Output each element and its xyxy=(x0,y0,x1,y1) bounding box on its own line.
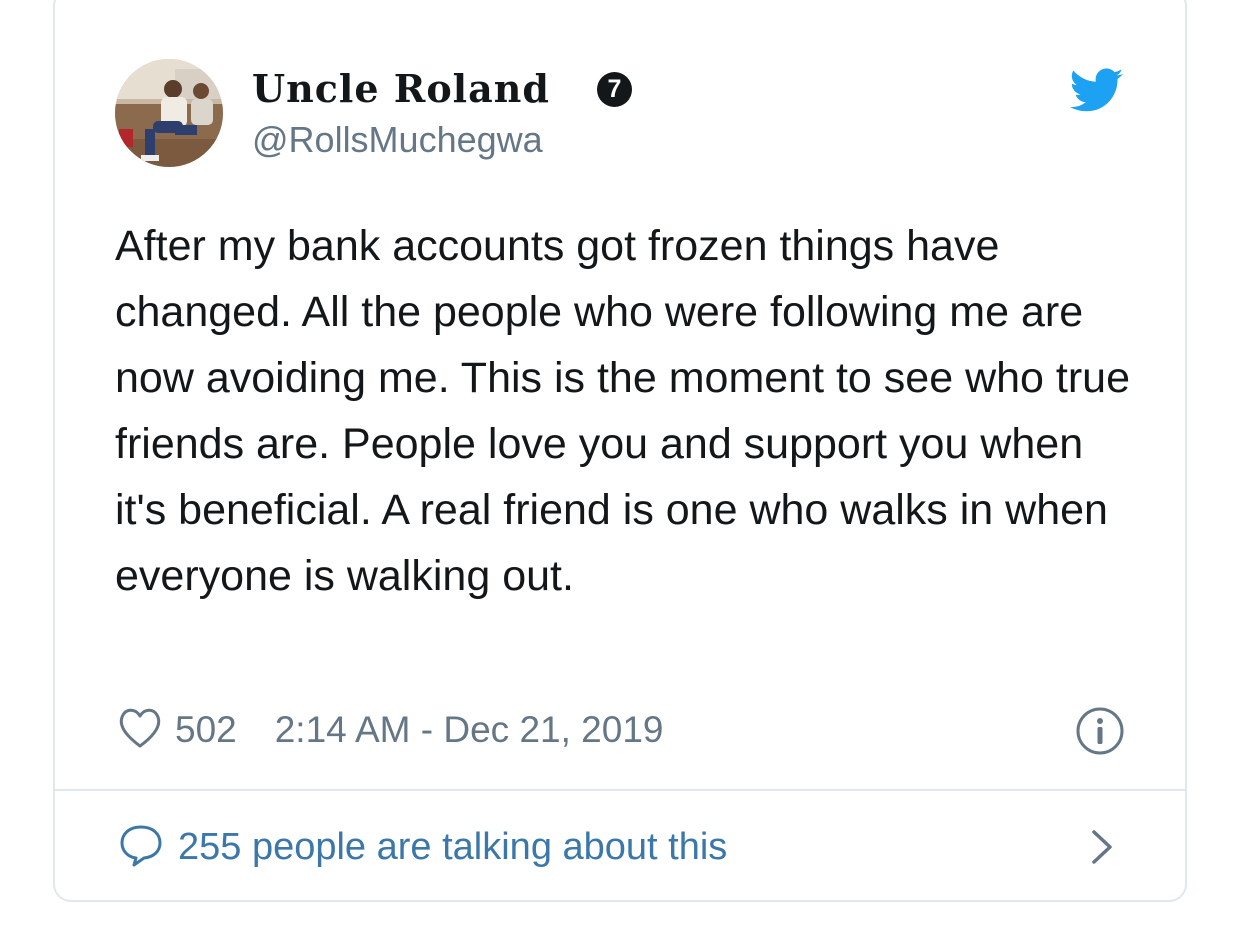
tweet-meta-row: 502 2:14 AM - Dec 21, 2019 xyxy=(117,705,663,755)
number-seven-emoji: 7 xyxy=(597,72,632,107)
twitter-bird-icon[interactable] xyxy=(1069,68,1124,114)
like-count[interactable]: 502 xyxy=(175,709,237,751)
user-handle[interactable]: @RollsMuchegwa xyxy=(252,118,543,162)
avatar[interactable] xyxy=(115,59,223,167)
conversation-link[interactable]: 255 people are talking about this xyxy=(118,822,727,872)
divider xyxy=(55,789,1185,791)
tweet-timestamp[interactable]: 2:14 AM - Dec 21, 2019 xyxy=(275,709,664,751)
chevron-right-icon[interactable] xyxy=(1088,826,1116,868)
tweet-text: After my bank accounts got frozen things… xyxy=(115,222,1130,600)
heart-icon[interactable] xyxy=(117,706,175,755)
display-name[interactable]: Uncle Roland xyxy=(252,64,550,114)
speech-bubble-icon xyxy=(118,823,178,872)
conversation-label[interactable]: 255 people are talking about this xyxy=(178,826,727,869)
info-icon[interactable] xyxy=(1075,706,1125,756)
